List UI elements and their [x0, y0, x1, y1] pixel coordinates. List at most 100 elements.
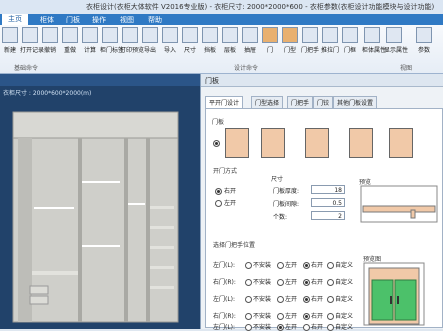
handle-opt[interactable]: 左开 — [277, 277, 297, 286]
tool-panel[interactable]: 挡板 — [200, 27, 220, 54]
door-count-input[interactable]: 2 — [311, 211, 345, 220]
tool-open[interactable]: 打开记录 — [20, 27, 44, 54]
open-right-radio[interactable]: 右开 — [215, 186, 236, 195]
handle-opt[interactable]: 左开 — [277, 294, 297, 303]
door-style-radio[interactable] — [213, 140, 222, 147]
door-type-icon — [282, 27, 298, 43]
handle-opt[interactable]: 不安装 — [245, 294, 271, 303]
door-icon — [262, 27, 278, 43]
door-preview — [360, 185, 438, 223]
drawer-icon — [242, 27, 258, 43]
tool-door-type[interactable]: 门型 — [280, 27, 300, 54]
import-icon — [162, 27, 178, 43]
shelf-icon — [222, 27, 238, 43]
tool-export[interactable]: 导出 — [140, 27, 160, 54]
tool-door-frame[interactable]: 门框 — [340, 27, 360, 54]
panel-icon — [202, 27, 218, 43]
tool-door[interactable]: 门 — [260, 27, 280, 54]
door-gap-input[interactable]: 0.5 — [311, 198, 345, 207]
print-icon — [122, 27, 138, 43]
tool-print-preview[interactable]: 打印预览 — [120, 27, 144, 54]
dialog-title: 门板 — [205, 77, 219, 85]
handle-opt[interactable]: 自定义 — [327, 294, 353, 303]
tool-undo[interactable]: 撤销 — [40, 27, 60, 54]
export-icon — [142, 27, 158, 43]
handle-opt[interactable]: 自定义 — [327, 277, 353, 286]
window-title: 衣柜设计(衣柜大体软件 V2016专业版) - 衣柜尺寸: 2000*2000*… — [86, 3, 435, 11]
open-mode-label: 开门方式 — [213, 168, 238, 175]
new-icon — [2, 27, 18, 43]
title-bar: 衣柜设计(衣柜大体软件 V2016专业版) - 衣柜尺寸: 2000*2000*… — [0, 0, 443, 14]
label-icon — [102, 27, 118, 43]
door-style-3[interactable] — [305, 128, 329, 158]
door-dialog: 门板 平开门设计 门型选择 门把手 门铰 其他门板设置 门板 开门方式 右开 左… — [200, 74, 443, 331]
viewport-3d[interactable]: 衣柜尺寸 : 2000*600*2000(m) — [0, 86, 200, 329]
door-count-label: 个数: — [273, 214, 288, 221]
handle-opt[interactable]: 不安装 — [245, 322, 271, 331]
handle-opt[interactable]: 不安装 — [245, 311, 271, 320]
handle-opt[interactable]: 左开 — [277, 311, 297, 320]
door-section-label: 门板 — [212, 119, 225, 126]
handle-opt[interactable]: 不安装 — [245, 277, 271, 286]
handle-opt[interactable]: 不安装 — [245, 260, 271, 269]
handle-opt[interactable]: 右开 — [303, 277, 323, 286]
frame-icon — [342, 27, 358, 43]
handle-opt[interactable]: 右开 — [303, 311, 323, 320]
door-style-1[interactable] — [225, 128, 249, 158]
menu-view[interactable]: 视图 — [120, 15, 134, 25]
open-left-radio[interactable]: 左开 — [215, 198, 236, 207]
tool-cabinet-props[interactable]: 柜体属性 — [362, 27, 386, 54]
tool-size[interactable]: 尺寸 — [180, 27, 200, 54]
door-style-4[interactable] — [349, 128, 373, 158]
display-icon — [386, 27, 402, 43]
ribbon-toolbar: 新建 打开记录 撤销 重做 计算 柜门标签 打印预览 导出 导入 尺寸 挡板 层… — [0, 25, 443, 74]
redo-icon — [62, 27, 78, 43]
viewport-caption — [0, 74, 200, 86]
tool-params[interactable]: 参数 — [414, 27, 434, 54]
menu-door[interactable]: 门板 — [66, 15, 80, 25]
handle-preview — [363, 262, 425, 326]
tool-new[interactable]: 新建 — [0, 27, 20, 54]
calc-icon — [82, 27, 98, 43]
handle-opt[interactable]: 右开 — [303, 260, 323, 269]
handle-opt[interactable]: 自定义 — [327, 322, 353, 331]
group-design-label: 设计命令 — [234, 65, 259, 72]
handle-opt[interactable]: 左开 — [277, 322, 297, 331]
tool-import[interactable]: 导入 — [160, 27, 180, 54]
tool-drawer[interactable]: 抽屉 — [240, 27, 260, 54]
tool-shelf[interactable]: 层板 — [220, 27, 240, 54]
undo-icon — [42, 27, 58, 43]
menu-home[interactable]: 主页 — [2, 14, 28, 25]
group-view-label: 视图 — [400, 65, 413, 72]
door-gap-label: 门板间隙: — [273, 201, 300, 208]
handle-opt[interactable]: 自定义 — [327, 260, 353, 269]
menu-bar: 主页 柜体 门板 操作 视图 帮助 — [0, 14, 443, 25]
params-icon — [416, 27, 432, 43]
size-icon — [182, 27, 198, 43]
dialog-titlebar: 门板 — [201, 74, 443, 87]
handles-label: 选择门把手位置 — [213, 242, 256, 249]
handle-opt[interactable]: 左开 — [277, 260, 297, 269]
cabinet-props-icon — [364, 27, 380, 43]
handle-opt[interactable]: 右开 — [303, 322, 323, 331]
door-thickness-label: 门板厚度: — [273, 188, 300, 195]
tool-calc[interactable]: 计算 — [80, 27, 100, 54]
menu-help[interactable]: 帮助 — [148, 15, 162, 25]
dims-label: 尺寸 — [271, 176, 284, 183]
door-thickness-input[interactable]: 18 — [311, 185, 345, 194]
door-style-2[interactable] — [261, 128, 285, 158]
tool-display-props[interactable]: 显示属性 — [384, 27, 408, 54]
tool-redo[interactable]: 重做 — [60, 27, 80, 54]
group-basic-label: 基础命令 — [14, 65, 39, 72]
handle-icon — [302, 27, 318, 43]
handle-opt[interactable]: 自定义 — [327, 311, 353, 320]
tool-sliding-door[interactable]: 推拉门 — [320, 27, 340, 54]
sliding-door-icon — [322, 27, 338, 43]
menu-cabinet[interactable]: 柜体 — [40, 15, 54, 25]
handle-opt[interactable]: 右开 — [303, 294, 323, 303]
menu-operation[interactable]: 操作 — [92, 15, 106, 25]
tool-door-label[interactable]: 柜门标签 — [100, 27, 124, 54]
open-icon — [22, 27, 38, 43]
tool-handle[interactable]: 门把手 — [300, 27, 320, 54]
door-style-5[interactable] — [389, 128, 413, 158]
